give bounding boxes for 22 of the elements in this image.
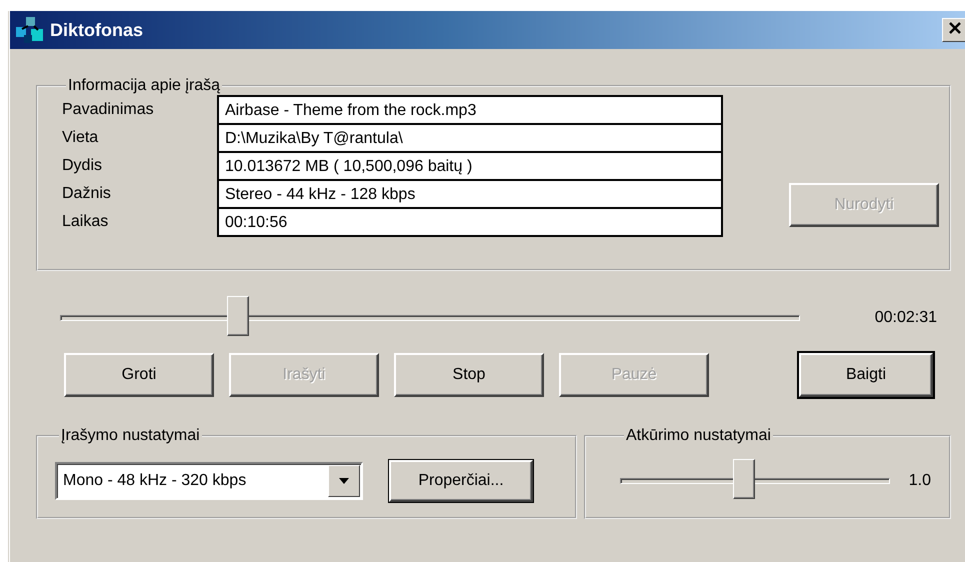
format-dropdown[interactable]: Mono - 48 kHz - 320 kbps: [55, 462, 363, 500]
field-label: Vieta: [62, 128, 100, 148]
app-icon: [14, 15, 46, 45]
slider-thumb[interactable]: [227, 296, 250, 336]
window-title: Diktofonas: [50, 20, 144, 40]
group-title: Įrašymo nustatymai: [60, 427, 201, 445]
speed-value: 1.0: [908, 472, 931, 490]
close-icon: [948, 21, 962, 35]
field-label: Dydis: [62, 156, 104, 176]
button[interactable]: Groti: [64, 353, 214, 397]
time-label: 00:02:31: [874, 309, 937, 327]
group-title: Atkūrimo nustatymai: [625, 427, 772, 445]
group-title: Informacija apie įrašą: [67, 77, 222, 95]
field-label: Pavadinimas: [62, 100, 155, 120]
button[interactable]: Baigti: [799, 353, 933, 397]
slider-thumb[interactable]: [733, 459, 756, 499]
close-button[interactable]: [942, 18, 965, 42]
button[interactable]: Properčiai...: [389, 460, 533, 502]
field-label: Dažnis: [62, 184, 112, 204]
field-label: Laikas: [62, 212, 110, 232]
button[interactable]: Stop: [394, 353, 544, 397]
dropdown-arrow-icon: [338, 477, 350, 485]
